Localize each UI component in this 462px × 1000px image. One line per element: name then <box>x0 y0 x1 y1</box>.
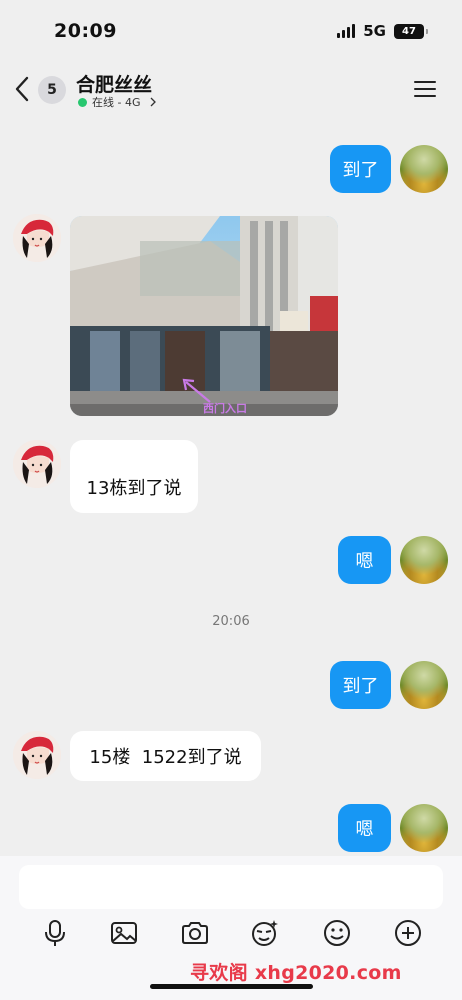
unread-count-badge[interactable]: 5 <box>38 76 66 104</box>
contact-avatar[interactable] <box>13 214 61 262</box>
status-indicators: 5G 47 <box>337 22 428 40</box>
contact-status-text: 在线 - 4G <box>92 96 141 109</box>
image-icon[interactable] <box>109 918 139 948</box>
contact-avatar-image <box>13 440 61 488</box>
contact-avatar[interactable] <box>13 731 61 779</box>
image-message[interactable]: 西门入口 <box>70 216 338 416</box>
chat-header: 5 合肥丝丝 在线 - 4G <box>0 62 462 116</box>
home-indicator[interactable] <box>150 984 313 989</box>
my-avatar[interactable] <box>400 661 448 709</box>
plus-icon[interactable] <box>393 918 423 948</box>
contact-avatar[interactable] <box>13 440 61 488</box>
microphone-icon[interactable] <box>40 918 70 948</box>
contact-avatar-image <box>13 214 61 262</box>
battery-level: 47 <box>402 25 416 37</box>
message-bubble-outgoing[interactable]: 到了 <box>330 145 391 193</box>
my-avatar[interactable] <box>400 145 448 193</box>
message-input[interactable] <box>19 865 443 909</box>
battery-icon: 47 <box>394 23 428 39</box>
menu-icon[interactable] <box>414 80 436 98</box>
status-bar: 20:09 5G 47 <box>0 0 462 62</box>
network-type: 5G <box>363 22 386 40</box>
camera-icon[interactable] <box>180 918 210 948</box>
contact-avatar-image <box>13 731 61 779</box>
my-avatar[interactable] <box>400 804 448 852</box>
time-divider: 20:06 <box>212 614 250 629</box>
building-entrance-photo: 西门入口 <box>70 216 338 416</box>
chevron-right-icon <box>150 97 156 107</box>
message-bubble-incoming[interactable]: 13栋到了说 <box>70 440 198 513</box>
status-time: 20:09 <box>54 20 117 42</box>
message-bubble-outgoing[interactable]: 到了 <box>330 661 391 709</box>
message-bubble-outgoing[interactable]: 嗯 <box>338 804 391 852</box>
back-arrow-icon[interactable] <box>14 76 30 102</box>
message-bubble-incoming[interactable]: 15楼 1522到了说 <box>70 731 261 781</box>
contact-status[interactable]: 在线 - 4G <box>78 94 157 110</box>
my-avatar[interactable] <box>400 536 448 584</box>
message-bubble-outgoing[interactable]: 嗯 <box>338 536 391 584</box>
contact-name[interactable]: 合肥丝丝 <box>76 70 152 97</box>
emoji-icon[interactable] <box>322 918 352 948</box>
watermark: 寻欢阁 xhg2020.com <box>190 962 402 984</box>
cellular-signal-icon <box>337 24 356 38</box>
image-caption: 西门入口 <box>203 401 247 415</box>
online-status-icon <box>78 97 87 107</box>
sticker-icon[interactable] <box>250 918 280 948</box>
